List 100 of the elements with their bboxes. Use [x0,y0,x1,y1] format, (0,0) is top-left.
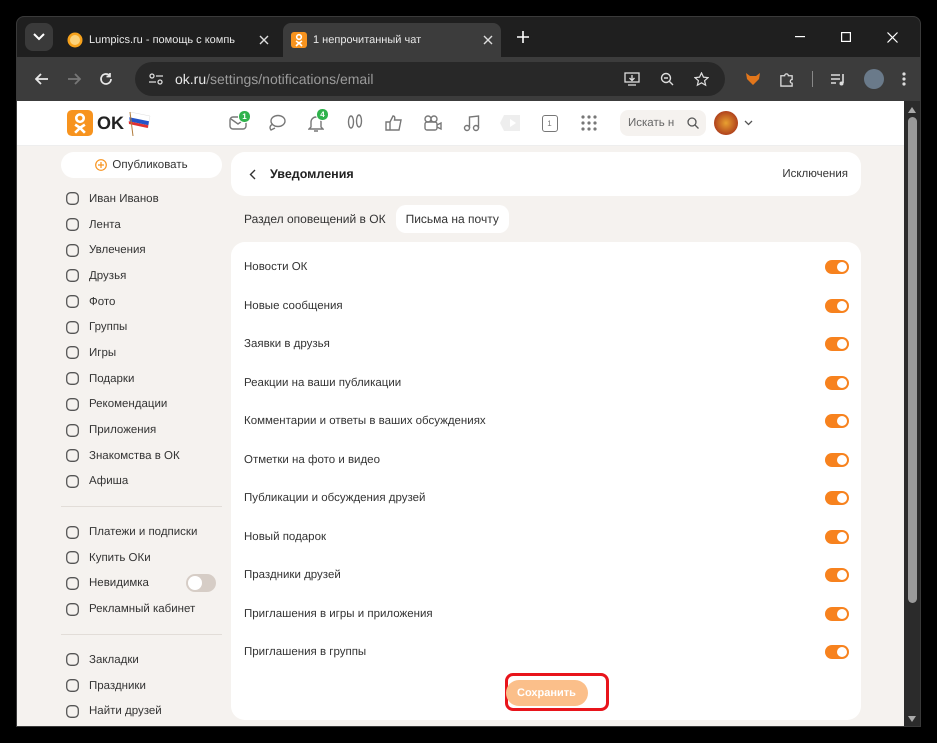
toggle-switch[interactable] [825,568,849,582]
plus-circle-icon [95,159,108,171]
sidebar-item[interactable]: Группы [89,321,128,334]
outline-icon [66,269,79,282]
sidebar-item[interactable]: Друзья [89,270,126,282]
section-tab[interactable]: Письма на почту [396,205,509,233]
music-note-icon[interactable] [462,114,480,132]
close-icon[interactable] [259,35,269,45]
outline-icon [66,602,79,616]
publish-button[interactable]: Опубликовать [61,152,222,178]
chat-bubbles-icon[interactable] [268,114,286,132]
setting-label: Новости ОК [244,261,308,274]
search-icon[interactable] [687,117,699,129]
sidebar-item[interactable]: Платежи и подписки [89,526,198,538]
outline-icon [66,449,79,462]
section-tab[interactable]: Раздел оповещений в ОК [244,205,386,233]
sidebar-item[interactable]: Найти друзей [89,705,162,718]
notification-badge: 1 [238,110,251,123]
search-field[interactable]: Искать н [620,110,706,136]
apps-grid-icon[interactable] [580,115,596,131]
sidebar-item[interactable]: Рекомендации [89,398,168,410]
toggle-switch[interactable] [825,645,849,660]
video-camera-icon[interactable] [422,114,442,132]
scroll-up-icon[interactable] [908,107,916,113]
minimize-icon[interactable] [795,36,805,38]
outline-icon [66,320,79,334]
ok-logo-icon[interactable] [67,110,93,136]
sidebar-item[interactable]: Рекламный кабинет [89,603,196,616]
outline-icon [66,244,79,257]
media-queue-icon[interactable] [831,72,846,86]
toggle-switch[interactable] [825,530,849,544]
puzzle-icon[interactable] [779,72,794,86]
toggle-switch[interactable] [825,606,849,621]
maximize-icon[interactable] [841,32,851,42]
sidebar-item[interactable]: Невидимка [89,577,149,590]
fox-extension-icon[interactable] [745,72,761,86]
outline-icon [66,704,79,718]
toggle-switch[interactable] [825,491,849,506]
sidebar-item[interactable]: Приложения [89,424,156,436]
outline-icon [66,526,79,539]
tab-list-button[interactable] [25,23,53,51]
sidebar-item[interactable]: Лента [89,218,121,231]
browser-tab[interactable]: Lumpics.ru - помощь с компь [59,23,277,57]
sidebar-item[interactable]: Подарки [89,372,134,385]
zoom-out-icon[interactable] [660,72,674,86]
address-bar[interactable]: ok.ru/settings/notifications/email [135,62,725,96]
citrus-icon [67,32,83,48]
thumbs-up-icon[interactable] [384,114,402,132]
toggle-switch[interactable] [825,376,849,390]
url-text: ok.ru/settings/notifications/email [175,71,374,87]
star-icon[interactable] [694,72,709,86]
setting-label: Праздники друзей [244,569,341,582]
outline-icon [66,192,79,206]
setting-label: Новые сообщения [244,300,343,312]
sidebar-item[interactable]: Купить ОКи [89,552,151,564]
back-arrow-icon[interactable] [35,73,49,85]
chevron-down-icon [33,33,45,41]
notification-badge: 4 [316,108,329,121]
calendar-icon[interactable]: 1 [542,114,558,132]
new-tab-icon[interactable] [517,31,529,43]
scroll-down-icon[interactable] [908,716,916,722]
outline-icon [66,346,79,360]
toggle-switch[interactable] [825,452,849,467]
setting-label: Комментарии и ответы в ваших обсуждениях [244,415,486,428]
outline-icon [66,424,79,437]
back-chevron-icon[interactable] [249,168,256,180]
reload-icon[interactable] [99,72,113,86]
site-settings-icon[interactable] [149,73,163,85]
page-title: Уведомления [270,167,354,181]
sidebar-item[interactable]: Закладки [89,654,139,666]
sidebar-item[interactable]: Иван Иванов [89,192,159,205]
exceptions-link[interactable]: Исключения [782,168,848,180]
toggle-switch[interactable] [825,298,849,313]
close-icon[interactable] [483,35,493,45]
sidebar-item[interactable]: Фото [89,296,116,308]
sidebar-item[interactable]: Афиша [89,475,128,488]
profile-avatar[interactable] [864,69,884,89]
outline-icon [66,474,79,488]
setting-label: Заявки в друзья [244,338,330,350]
setting-label: Публикации и обсуждения друзей [244,492,426,504]
toggle-switch[interactable] [825,337,849,352]
chevron-down-icon[interactable] [744,120,753,126]
menu-icon[interactable] [902,72,906,86]
sidebar-item[interactable]: Увлечения [89,244,146,256]
toggle-switch[interactable] [825,260,849,274]
outline-icon [66,295,79,308]
forward-arrow-icon[interactable] [67,73,81,85]
sidebar-item[interactable]: Знакомства в ОК [89,450,180,462]
sidebar-item[interactable]: Праздники [89,680,146,692]
ok-logo-icon [291,32,307,48]
browser-tab[interactable]: 1 непрочитанный чат [283,23,501,57]
logo-text[interactable]: OK [97,112,124,134]
install-app-icon[interactable] [624,72,640,86]
setting-label: Реакции на ваши публикации [244,376,402,389]
scrollbar-thumb[interactable] [908,117,916,603]
toggle-switch[interactable] [186,574,216,592]
sidebar-item[interactable]: Игры [89,346,116,359]
avatar-image[interactable] [714,111,738,135]
setting-label: Приглашения в игры и приложения [244,608,433,620]
toggle-switch[interactable] [825,414,849,428]
